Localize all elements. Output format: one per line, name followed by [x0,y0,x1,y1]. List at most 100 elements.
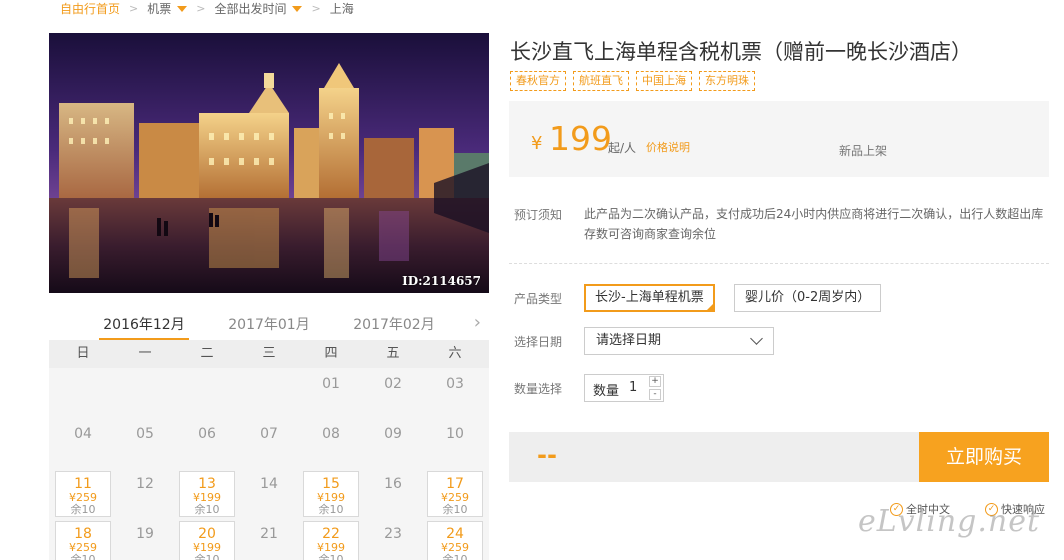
day-number: 08 [322,426,340,442]
day-number: 10 [446,426,464,442]
day-number: 24 [446,526,464,542]
tab-month-0[interactable]: 2016年12月 [99,314,189,334]
booking-notice-text: 此产品为二次确认产品，支付成功后24小时内供应商将进行二次确认，出行人数超出库存… [584,207,1044,241]
shanghai-bund-night-image [49,33,489,293]
calendar-day [176,368,238,418]
weekday-label: 日 [76,346,90,361]
day-stock: 余10 [442,553,468,560]
calendar-day-available[interactable]: 24 ¥259 余10 [427,521,483,560]
day-number: 20 [198,526,216,542]
calendar-day [52,368,114,418]
booking-notice-label: 预订须知 [514,208,563,222]
day-number: 03 [446,376,464,392]
month-tabs: 2016年12月 2017年01月 2017年02月 › [49,310,489,342]
weekday-label: 四 [324,346,338,361]
quantity-label: 数量选择 [514,382,563,396]
photo-id-label: ID:2114657 [402,274,481,288]
product-tag[interactable]: 东方明珠 [699,71,755,91]
day-number: 23 [384,526,402,542]
day-number: 13 [198,476,216,492]
calendar-day [238,368,300,418]
product-tag[interactable]: 春秋官方 [510,71,566,91]
breadcrumb-destination: 上海 [329,1,354,16]
quantity-increment-button[interactable]: + [649,376,661,387]
option-label: 婴儿价（0-2周岁内） [745,290,871,305]
select-date-label: 选择日期 [514,335,563,349]
quantity-stepper: 数量 1 + - [584,374,664,402]
calendar-day-available[interactable]: 22 ¥199 余10 [303,521,359,560]
day-number: 18 [74,526,92,542]
total-price: -- [537,441,557,469]
calendar-day: 02 [362,368,424,418]
calendar-day: 05 [114,418,176,468]
day-stock: 余10 [318,503,344,516]
day-number: 05 [136,426,154,442]
day-stock: 余10 [318,553,344,560]
calendar-day-available[interactable]: 20 ¥199 余10 [179,521,235,560]
day-number: 14 [260,476,278,492]
date-select[interactable]: 请选择日期 [584,327,774,355]
breadcrumb-departure-dropdown[interactable]: 全部出发时间 [214,0,303,17]
day-number: 11 [74,476,92,492]
day-stock: 余10 [194,553,220,560]
weekday-label: 五 [386,346,400,361]
product-tag[interactable]: 航班直飞 [573,71,629,91]
weekday-label: 六 [448,346,462,361]
calendar-day: 01 [300,368,362,418]
day-number: 07 [260,426,278,442]
buy-bar: -- 立即购买 [509,432,1049,482]
day-number: 09 [384,426,402,442]
calendar-day: 09 [362,418,424,468]
divider [509,263,1049,264]
breadcrumb-category-label: 机票 [147,1,172,16]
chevron-right-icon: > [311,1,321,15]
product-type-option-infant[interactable]: 婴儿价（0-2周岁内） [734,284,882,312]
day-number: 02 [384,376,402,392]
chevron-right-icon[interactable]: › [474,312,481,333]
calendar-day: 10 [424,418,486,468]
day-stock: 余10 [194,503,220,516]
product-tag[interactable]: 中国上海 [636,71,692,91]
chevron-down-icon [750,332,763,345]
caret-down-icon [292,6,303,12]
chevron-right-icon: > [196,1,206,15]
calendar-day-available[interactable]: 11 ¥259 余10 [55,471,111,517]
weekday-label: 三 [262,346,276,361]
tab-month-1[interactable]: 2017年01月 [224,314,314,334]
buy-now-button[interactable]: 立即购买 [919,432,1049,482]
calendar-day: 21 [238,518,300,560]
calendar-day: 14 [238,468,300,518]
day-number: 04 [74,426,92,442]
breadcrumb-category-dropdown[interactable]: 机票 [147,0,188,17]
calendar-day: 19 [114,518,176,560]
product-type-label: 产品类型 [514,292,563,306]
product-type-option-one-way[interactable]: 长沙-上海单程机票 [584,284,715,312]
currency-symbol: ¥ [531,133,543,154]
day-number: 19 [136,526,154,542]
calendar-day-available[interactable]: 13 ¥199 余10 [179,471,235,517]
quantity-input[interactable]: 1 [629,380,637,395]
product-photo: ID:2114657 [49,33,489,293]
weekday-label: 二 [200,346,214,361]
calendar-grid: 01 02 03 04 05 06 07 08 09 10 11 ¥259 余10 12 13 ¥199 余10… [49,368,489,560]
calendar-day-available[interactable]: 18 ¥259 余10 [55,521,111,560]
quantity-decrement-button[interactable]: - [649,389,661,400]
price-unit: 起/人 [608,141,637,155]
calendar-day-available[interactable]: 17 ¥259 余10 [427,471,483,517]
tab-month-2[interactable]: 2017年02月 [349,314,439,334]
day-number: 01 [322,376,340,392]
calendar-day: 03 [424,368,486,418]
calendar-day-available[interactable]: 15 ¥199 余10 [303,471,359,517]
calendar-day [114,368,176,418]
watermark: eLvling.net [858,504,1041,539]
breadcrumb-home-link[interactable]: 自由行首页 [60,0,120,17]
calendar-day: 16 [362,468,424,518]
product-tags: 春秋官方 航班直飞 中国上海 东方明珠 [510,71,755,91]
price-explanation-link[interactable]: 价格说明 [646,139,690,155]
chevron-right-icon: > [129,1,139,15]
calendar-day: 08 [300,418,362,468]
quantity-field-label: 数量 [593,384,620,399]
day-number: 06 [198,426,216,442]
day-stock: 余10 [70,553,96,560]
weekday-label: 一 [138,346,152,361]
